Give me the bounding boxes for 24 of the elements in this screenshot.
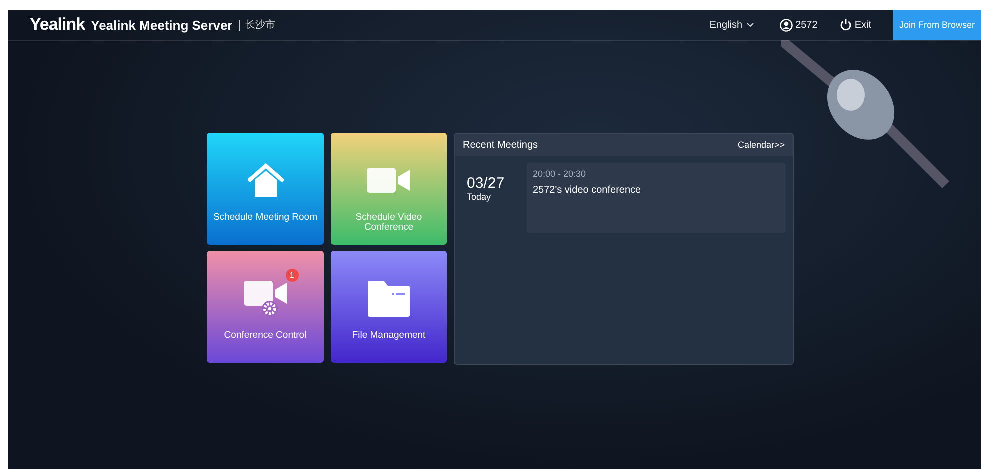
meeting-date: 03/27 <box>467 175 506 192</box>
user-name[interactable]: 2572 <box>796 20 818 30</box>
language-selector[interactable]: English <box>710 20 754 30</box>
calendar-link[interactable]: Calendar>> <box>738 140 785 150</box>
app-title: Yealink Meeting Server <box>91 18 233 32</box>
house-icon <box>246 163 284 199</box>
exit-link[interactable]: Exit <box>854 20 872 30</box>
meeting-time: 20:00 - 20:30 <box>533 169 588 179</box>
power-icon <box>840 19 852 31</box>
meeting-card[interactable]: 20:00 - 20:30 2572's video conference <box>527 163 786 233</box>
meeting-name: 2572's video conference <box>533 185 642 196</box>
logo: Yealink <box>30 15 86 35</box>
video-camera-icon <box>367 168 411 194</box>
feature-tile[interactable]: Schedule Meeting Room <box>207 133 324 245</box>
folder-icon <box>368 281 410 317</box>
meeting-day: Today <box>467 192 527 202</box>
city-label: 长沙市 <box>246 18 276 32</box>
chevron-down-icon <box>746 22 754 28</box>
notification-badge: 1 <box>286 269 298 282</box>
user-icon <box>780 18 793 32</box>
feature-tile[interactable]: File Management <box>331 251 447 363</box>
camera-gear-icon <box>244 281 288 317</box>
feature-tile[interactable]: 1 Conference Control <box>207 251 324 363</box>
panel-title: Recent Meetings <box>463 140 538 150</box>
